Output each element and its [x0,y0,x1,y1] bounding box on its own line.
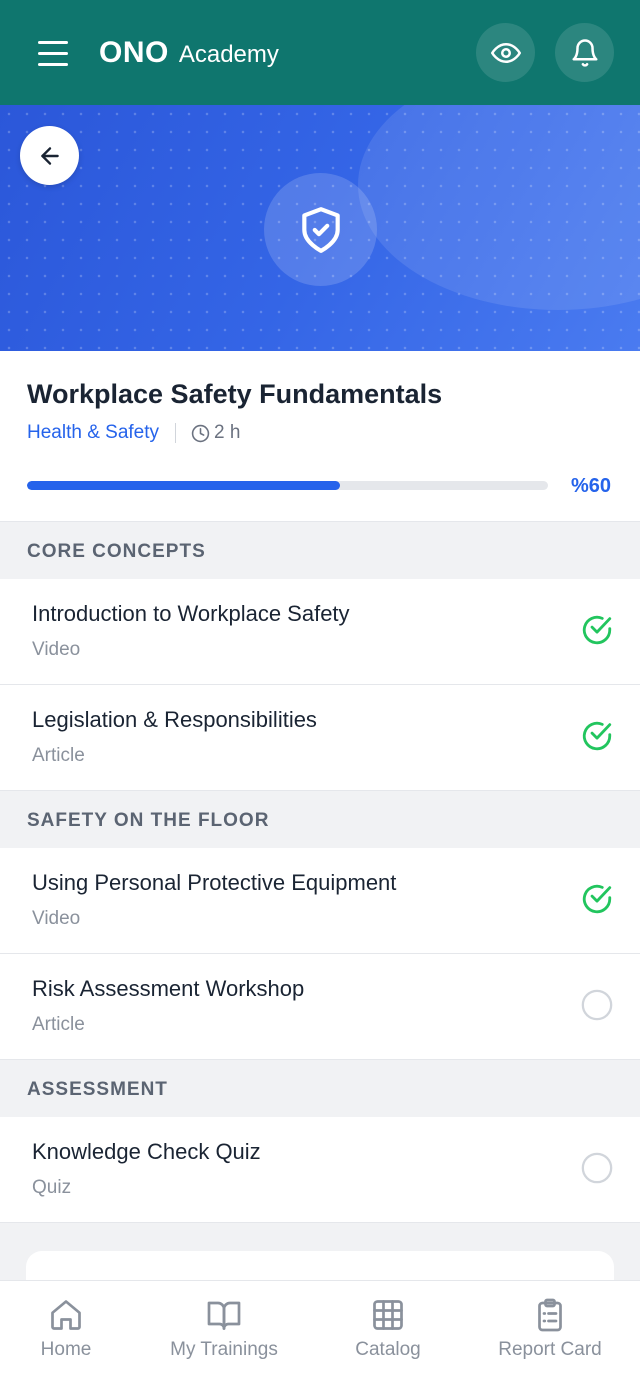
nav-report-card[interactable]: Report Card [480,1297,620,1377]
arrow-left-icon [40,146,59,165]
grid-icon [373,1300,403,1330]
lesson-type: Video [32,908,81,929]
clock-icon [191,424,210,442]
meta-divider [175,423,177,443]
empty-circle-icon [581,1152,613,1184]
nav-label: Catalog [355,1339,421,1360]
menu-icon-line [38,51,68,55]
section-header-safety-on-the-floor: SAFETY ON THE FLOOR [0,792,640,849]
home-icon [51,1300,81,1330]
empty-circle-icon [581,989,613,1021]
course-duration-value: 2 h [214,422,241,443]
course-progress-bar [27,481,548,490]
nav-label: Report Card [498,1339,602,1360]
nav-label: My Trainings [170,1339,278,1360]
course-duration: 2 h [191,422,240,444]
course-hero-banner [0,105,640,351]
section-header-assessment: ASSESSMENT [0,1061,640,1118]
nav-label: Home [40,1339,92,1360]
brand-suffix: Academy [178,41,279,68]
course-category-link[interactable]: Health & Safety [27,422,159,444]
nav-my-trainings[interactable]: My Trainings [154,1297,294,1377]
bottom-navigation: Home My Trainings Catalog Report Card [0,1280,640,1385]
lesson-title: Introduction to Workplace Safety [32,601,350,626]
eye-icon [490,42,521,63]
lesson-item[interactable]: Knowledge Check Quiz Quiz [0,1117,640,1223]
lesson-item[interactable]: Legislation & Responsibilities Article [0,685,640,791]
preview-button[interactable] [476,23,535,82]
clipboard-icon [538,1298,562,1332]
course-title: Workplace Safety Fundamentals [27,379,443,409]
lesson-type: Quiz [32,1177,72,1198]
lesson-item[interactable]: Using Personal Protective Equipment Vide… [0,848,640,954]
check-circle-icon [582,884,612,914]
book-icon [207,1301,241,1330]
section-header-core-concepts: CORE CONCEPTS [0,523,640,580]
lesson-title: Using Personal Protective Equipment [32,870,397,895]
lesson-type: Video [32,639,81,660]
brand-logo[interactable]: ONO Academy [99,36,279,70]
lesson-title: Knowledge Check Quiz [32,1139,261,1164]
menu-button[interactable] [24,30,82,76]
menu-icon-line [38,40,68,44]
course-badge [264,173,377,286]
menu-icon-line [38,62,68,66]
check-circle-icon [582,615,612,645]
lesson-type: Article [32,1014,85,1035]
nav-catalog[interactable]: Catalog [318,1297,458,1377]
lesson-title: Risk Assessment Workshop [32,976,305,1001]
check-circle-icon [582,721,612,751]
lesson-item[interactable]: Introduction to Workplace Safety Video [0,579,640,685]
back-button[interactable] [20,126,79,185]
course-progress-label: %60 [571,475,612,497]
brand-name: ONO [99,36,169,69]
bell-icon [572,38,597,67]
top-app-bar: ONO Academy [0,0,640,105]
lesson-type: Article [32,745,85,766]
course-info-card: Workplace Safety Fundamentals Health & S… [0,351,640,522]
notifications-button[interactable] [555,23,614,82]
course-meta: Health & Safety 2 h [27,422,240,444]
nav-home[interactable]: Home [0,1297,136,1377]
lesson-item[interactable]: Risk Assessment Workshop Article [0,954,640,1060]
shield-check-icon [301,206,340,253]
course-progress-fill [27,481,340,490]
lesson-title: Legislation & Responsibilities [32,707,317,732]
